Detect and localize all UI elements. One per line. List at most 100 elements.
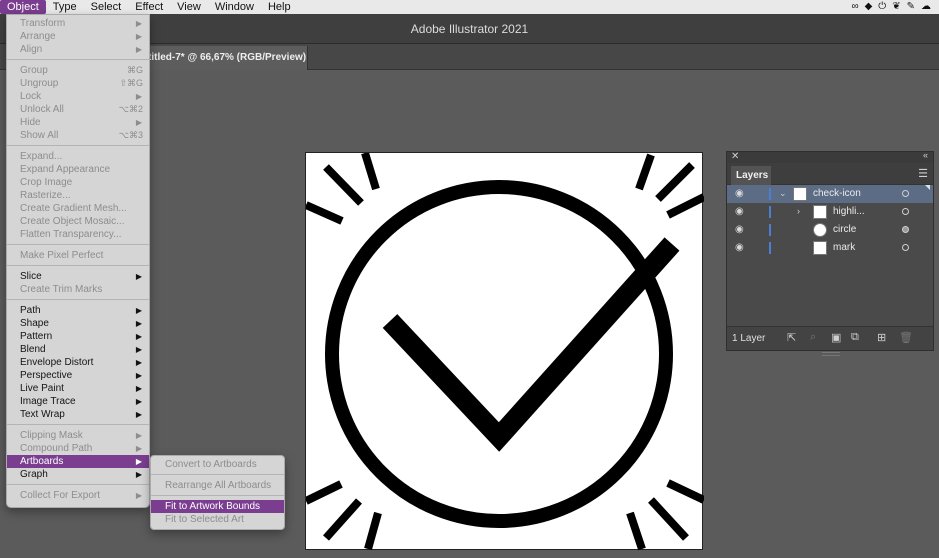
menu-item-label: Expand Appearance [20, 164, 111, 175]
menu-item-crop-image: Crop Image [7, 176, 149, 189]
menu-item-label: Align [20, 44, 43, 55]
menu-item-label: Path [20, 305, 41, 316]
layer-name[interactable]: mark [833, 242, 855, 253]
menu-item-envelope-distort[interactable]: Envelope Distort ▶ [7, 356, 149, 369]
collapse-icon[interactable]: « [923, 150, 928, 160]
menu-separator [7, 145, 149, 146]
menu-window[interactable]: Window [208, 0, 261, 14]
menu-item-label: Blend [20, 344, 46, 355]
menu-item-show-all: Show All ⌥⌘3 [7, 129, 149, 142]
menu-item-live-paint[interactable]: Live Paint ▶ [7, 382, 149, 395]
menu-item-text-wrap[interactable]: Text Wrap ▶ [7, 408, 149, 421]
layers-panel: ✕ « Layers ☰ ◉ ⌄ check-icon ◉ › highli..… [726, 150, 934, 356]
menu-item-flatten-transparency: Flatten Transparency... [7, 228, 149, 241]
tab-layers[interactable]: Layers [731, 166, 771, 185]
ray-top-left-2 [323, 164, 364, 206]
layer-color-bar [769, 224, 771, 236]
power-icon[interactable]: ⏻ [878, 0, 886, 14]
cloud-icon[interactable]: ☁ [921, 0, 931, 14]
target-icon[interactable] [902, 244, 909, 251]
target-icon[interactable] [902, 226, 909, 233]
menu-item-label: Envelope Distort [20, 357, 94, 368]
menu-item-image-trace[interactable]: Image Trace ▶ [7, 395, 149, 408]
menu-item-collect-for-export: Collect For Export ▶ [7, 489, 149, 502]
menu-item-pattern[interactable]: Pattern ▶ [7, 330, 149, 343]
resize-grip[interactable] [822, 352, 840, 356]
layer-row-highlights[interactable]: ◉ › highli... [727, 203, 933, 221]
check-icon-artwork [306, 153, 704, 551]
layer-row-check-icon[interactable]: ◉ ⌄ check-icon [727, 185, 933, 203]
delete-icon: 🗑 [899, 332, 913, 344]
menu-separator [7, 59, 149, 60]
menu-type[interactable]: Type [46, 0, 84, 14]
eye-icon[interactable]: ◉ [735, 242, 744, 253]
new-layer-icon[interactable]: ⊞ [877, 331, 886, 344]
close-icon[interactable]: ✕ [731, 151, 739, 162]
eye-icon[interactable]: ◉ [735, 188, 744, 199]
layer-name[interactable]: circle [833, 224, 856, 235]
menu-help[interactable]: Help [261, 0, 298, 14]
menu-item-label: Show All [20, 130, 59, 141]
layer-color-bar [769, 188, 771, 200]
menu-item-label: Flatten Transparency... [20, 229, 122, 240]
menu-select[interactable]: Select [84, 0, 129, 14]
circle-shape [325, 180, 673, 528]
menu-separator [7, 299, 149, 300]
layer-row-circle[interactable]: ◉ circle [727, 221, 933, 239]
pen-icon[interactable]: ✎ [907, 0, 915, 14]
ray-bottom-left-3 [364, 511, 382, 551]
menu-item-slice[interactable]: Slice ▶ [7, 270, 149, 283]
menu-item-label: Collect For Export [20, 490, 101, 501]
layer-name[interactable]: check-icon [813, 188, 861, 199]
menu-item-label: Slice [20, 271, 42, 282]
target-icon[interactable] [902, 190, 909, 197]
menu-item-label: Rearrange All Artboards [165, 480, 272, 491]
menu-item-lock: Lock ▶ [7, 90, 149, 103]
menu-item-shape[interactable]: Shape ▶ [7, 317, 149, 330]
make-clipping-mask-icon[interactable]: ▣ [831, 331, 841, 344]
menu-effect[interactable]: Effect [128, 0, 170, 14]
artboard[interactable] [305, 152, 704, 551]
menu-item-label: Perspective [20, 370, 73, 381]
menu-item-group: Group ⌘G [7, 64, 149, 77]
submenu-arrow-icon: ▶ [135, 410, 142, 419]
panel-footer: 1 Layer ⇱ ⌕ ▣ ⧉ ⊞ 🗑 [727, 326, 933, 356]
menu-item-perspective[interactable]: Perspective ▶ [7, 369, 149, 382]
creative-cloud-icon[interactable]: ∞ [851, 0, 858, 14]
menu-item-rasterize: Rasterize... [7, 189, 149, 202]
new-sublayer-icon[interactable]: ⧉ [851, 331, 859, 344]
menu-item-label: Clipping Mask [20, 430, 83, 441]
menu-item-path[interactable]: Path ▶ [7, 304, 149, 317]
feather-icon[interactable]: ❦ [892, 0, 900, 14]
eye-icon[interactable]: ◉ [735, 206, 744, 217]
menu-item-label: Create Gradient Mesh... [20, 203, 127, 214]
menu-separator [7, 244, 149, 245]
layer-row-mark[interactable]: ◉ mark [727, 239, 933, 257]
search-icon: ⌕ [810, 331, 817, 343]
menu-view[interactable]: View [170, 0, 208, 14]
menu-separator [7, 424, 149, 425]
panel-menu-icon[interactable]: ☰ [918, 167, 928, 180]
export-icon[interactable]: ⇱ [787, 331, 796, 344]
submenu-arrow-icon: ▶ [135, 306, 142, 315]
menu-object[interactable]: Object [0, 0, 46, 14]
menu-item-blend[interactable]: Blend ▶ [7, 343, 149, 356]
document-tab[interactable]: titled-7* @ 66,67% (RGB/Preview) [140, 46, 308, 70]
chevron-down-icon[interactable]: ⌄ [779, 188, 787, 199]
layer-thumbnail [793, 187, 807, 201]
eye-icon[interactable]: ◉ [735, 224, 744, 235]
menu-item-fit-to-artwork-bounds[interactable]: Fit to Artwork Bounds [151, 500, 284, 513]
menu-item-artboards[interactable]: Artboards ▶ [7, 455, 149, 468]
ray-bottom-right-3 [626, 511, 646, 551]
dropbox-icon[interactable]: ◆ [865, 0, 873, 14]
menu-item-label: Compound Path [20, 443, 93, 454]
chevron-right-icon[interactable]: › [797, 206, 800, 216]
menu-item-hide: Hide ▶ [7, 116, 149, 129]
panel-top-bar: ✕ « [727, 150, 933, 163]
menu-item-label: Fit to Artwork Bounds [165, 501, 261, 512]
menu-item-graph[interactable]: Graph ▶ [7, 468, 149, 481]
menubar: Object Type Select Effect View Window He… [0, 0, 939, 14]
target-icon[interactable] [902, 208, 909, 215]
menu-item-convert-to-artboards: Convert to Artboards [151, 458, 284, 471]
layer-name[interactable]: highli... [833, 206, 865, 217]
